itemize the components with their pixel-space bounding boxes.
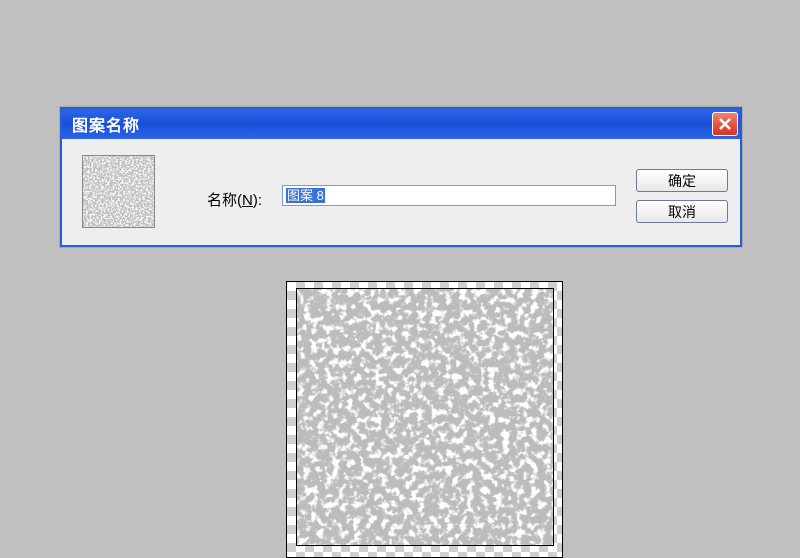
name-input[interactable]: 图案 8: [282, 185, 616, 206]
close-button[interactable]: [712, 112, 738, 136]
cancel-button[interactable]: 取消: [636, 200, 728, 223]
ok-button[interactable]: 确定: [636, 169, 728, 192]
pattern-name-dialog: 图案名称 名称(N): 图案 8 确定 取消: [60, 107, 742, 247]
canvas-preview-area: [286, 281, 563, 558]
close-icon: [718, 117, 732, 131]
name-input-selection: 图案 8: [286, 188, 325, 203]
pattern-preview-large: [296, 288, 554, 546]
dialog-title: 图案名称: [72, 112, 140, 136]
dialog-body: 名称(N): 图案 8 确定 取消: [62, 139, 740, 245]
name-label: 名称(N):: [207, 189, 262, 210]
pattern-thumbnail: [82, 155, 155, 228]
titlebar[interactable]: 图案名称: [62, 109, 740, 139]
